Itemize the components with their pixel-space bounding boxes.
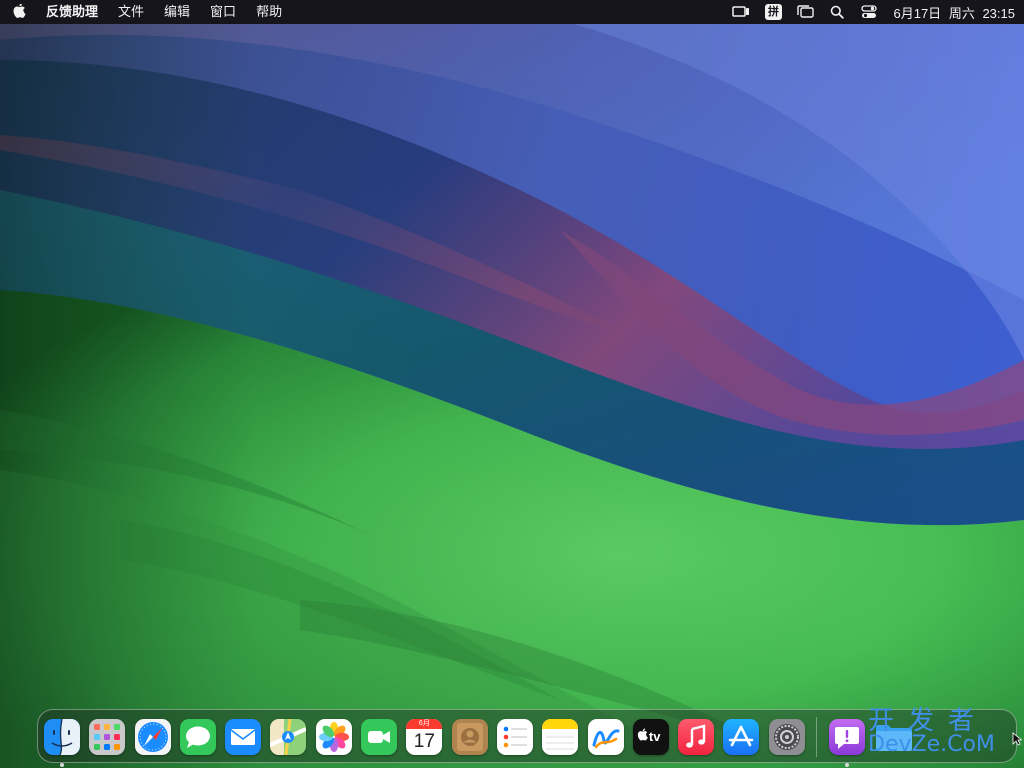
dock-freeform[interactable] [587,719,624,755]
system-settings-icon [768,719,805,755]
screen-mirroring-icon[interactable] [725,0,757,24]
dock: 6月 17 tv [37,709,1017,767]
dock-safari[interactable] [134,719,171,755]
mail-icon [225,719,262,755]
dock-photos[interactable] [315,719,352,755]
tv-label: tv [648,729,661,744]
photos-icon [315,719,352,755]
reminders-icon [496,719,533,755]
stage-manager-icon[interactable] [789,0,821,24]
dock-mail[interactable] [225,719,262,755]
music-icon [678,719,715,755]
facetime-icon [361,719,398,755]
clock-date: 6月17日 [893,5,942,21]
calendar-month: 6月 [418,720,430,727]
dock-notes[interactable] [542,719,579,755]
mouse-pointer-icon [1012,732,1022,746]
finder-icon [44,719,80,755]
dock-music[interactable] [678,719,715,755]
feedback-assistant-icon [829,719,866,755]
dock-reminders[interactable] [496,719,533,755]
menu-help[interactable]: 帮助 [246,0,292,24]
menu-bar-clock[interactable]: 6月17日 周六 23:15 [893,3,1015,22]
apple-menu-icon[interactable] [0,4,40,20]
downloads-folder-icon [874,719,914,755]
menu-bar: 反馈助理 文件 编辑 窗口 帮助 拼 6月17日 周六 23:15 [0,0,1024,24]
desktop-wallpaper [0,0,1024,768]
dock-system-settings[interactable] [768,719,805,755]
apple-tv-icon: tv [632,719,669,755]
freeform-icon [587,719,624,755]
calendar-day: 17 [413,731,435,752]
dock-messages[interactable] [179,719,216,755]
notes-icon [542,719,579,755]
messages-icon [179,719,216,755]
app-store-icon [723,719,760,755]
spotlight-search-icon[interactable] [821,0,853,24]
maps-icon [270,719,307,755]
dock-divider [816,717,818,757]
control-center-icon[interactable] [853,0,885,24]
menu-edit[interactable]: 编辑 [154,0,200,24]
dock-tv[interactable]: tv [632,719,669,755]
dock-launchpad[interactable] [89,719,126,755]
clock-time: 23:15 [982,5,1015,21]
input-method-icon[interactable]: 拼 [757,0,789,24]
dock-contacts[interactable] [451,719,488,755]
menu-window[interactable]: 窗口 [200,0,246,24]
calendar-icon: 6月 17 [406,719,443,755]
dock-feedback-assistant[interactable] [829,719,866,767]
menu-app-name[interactable]: 反馈助理 [40,0,108,24]
dock-downloads-folder[interactable] [874,719,914,755]
dock-facetime[interactable] [361,719,398,755]
dock-calendar[interactable]: 6月 17 [406,719,443,755]
launchpad-icon [89,719,126,755]
dock-finder[interactable] [44,719,80,767]
input-method-label: 拼 [764,4,782,20]
safari-icon [134,719,171,755]
dock-maps[interactable] [270,719,307,755]
contacts-icon [451,719,488,755]
dock-app-store[interactable] [723,719,760,755]
menu-file[interactable]: 文件 [108,0,154,24]
clock-weekday: 周六 [948,5,975,21]
running-indicator [60,763,64,767]
